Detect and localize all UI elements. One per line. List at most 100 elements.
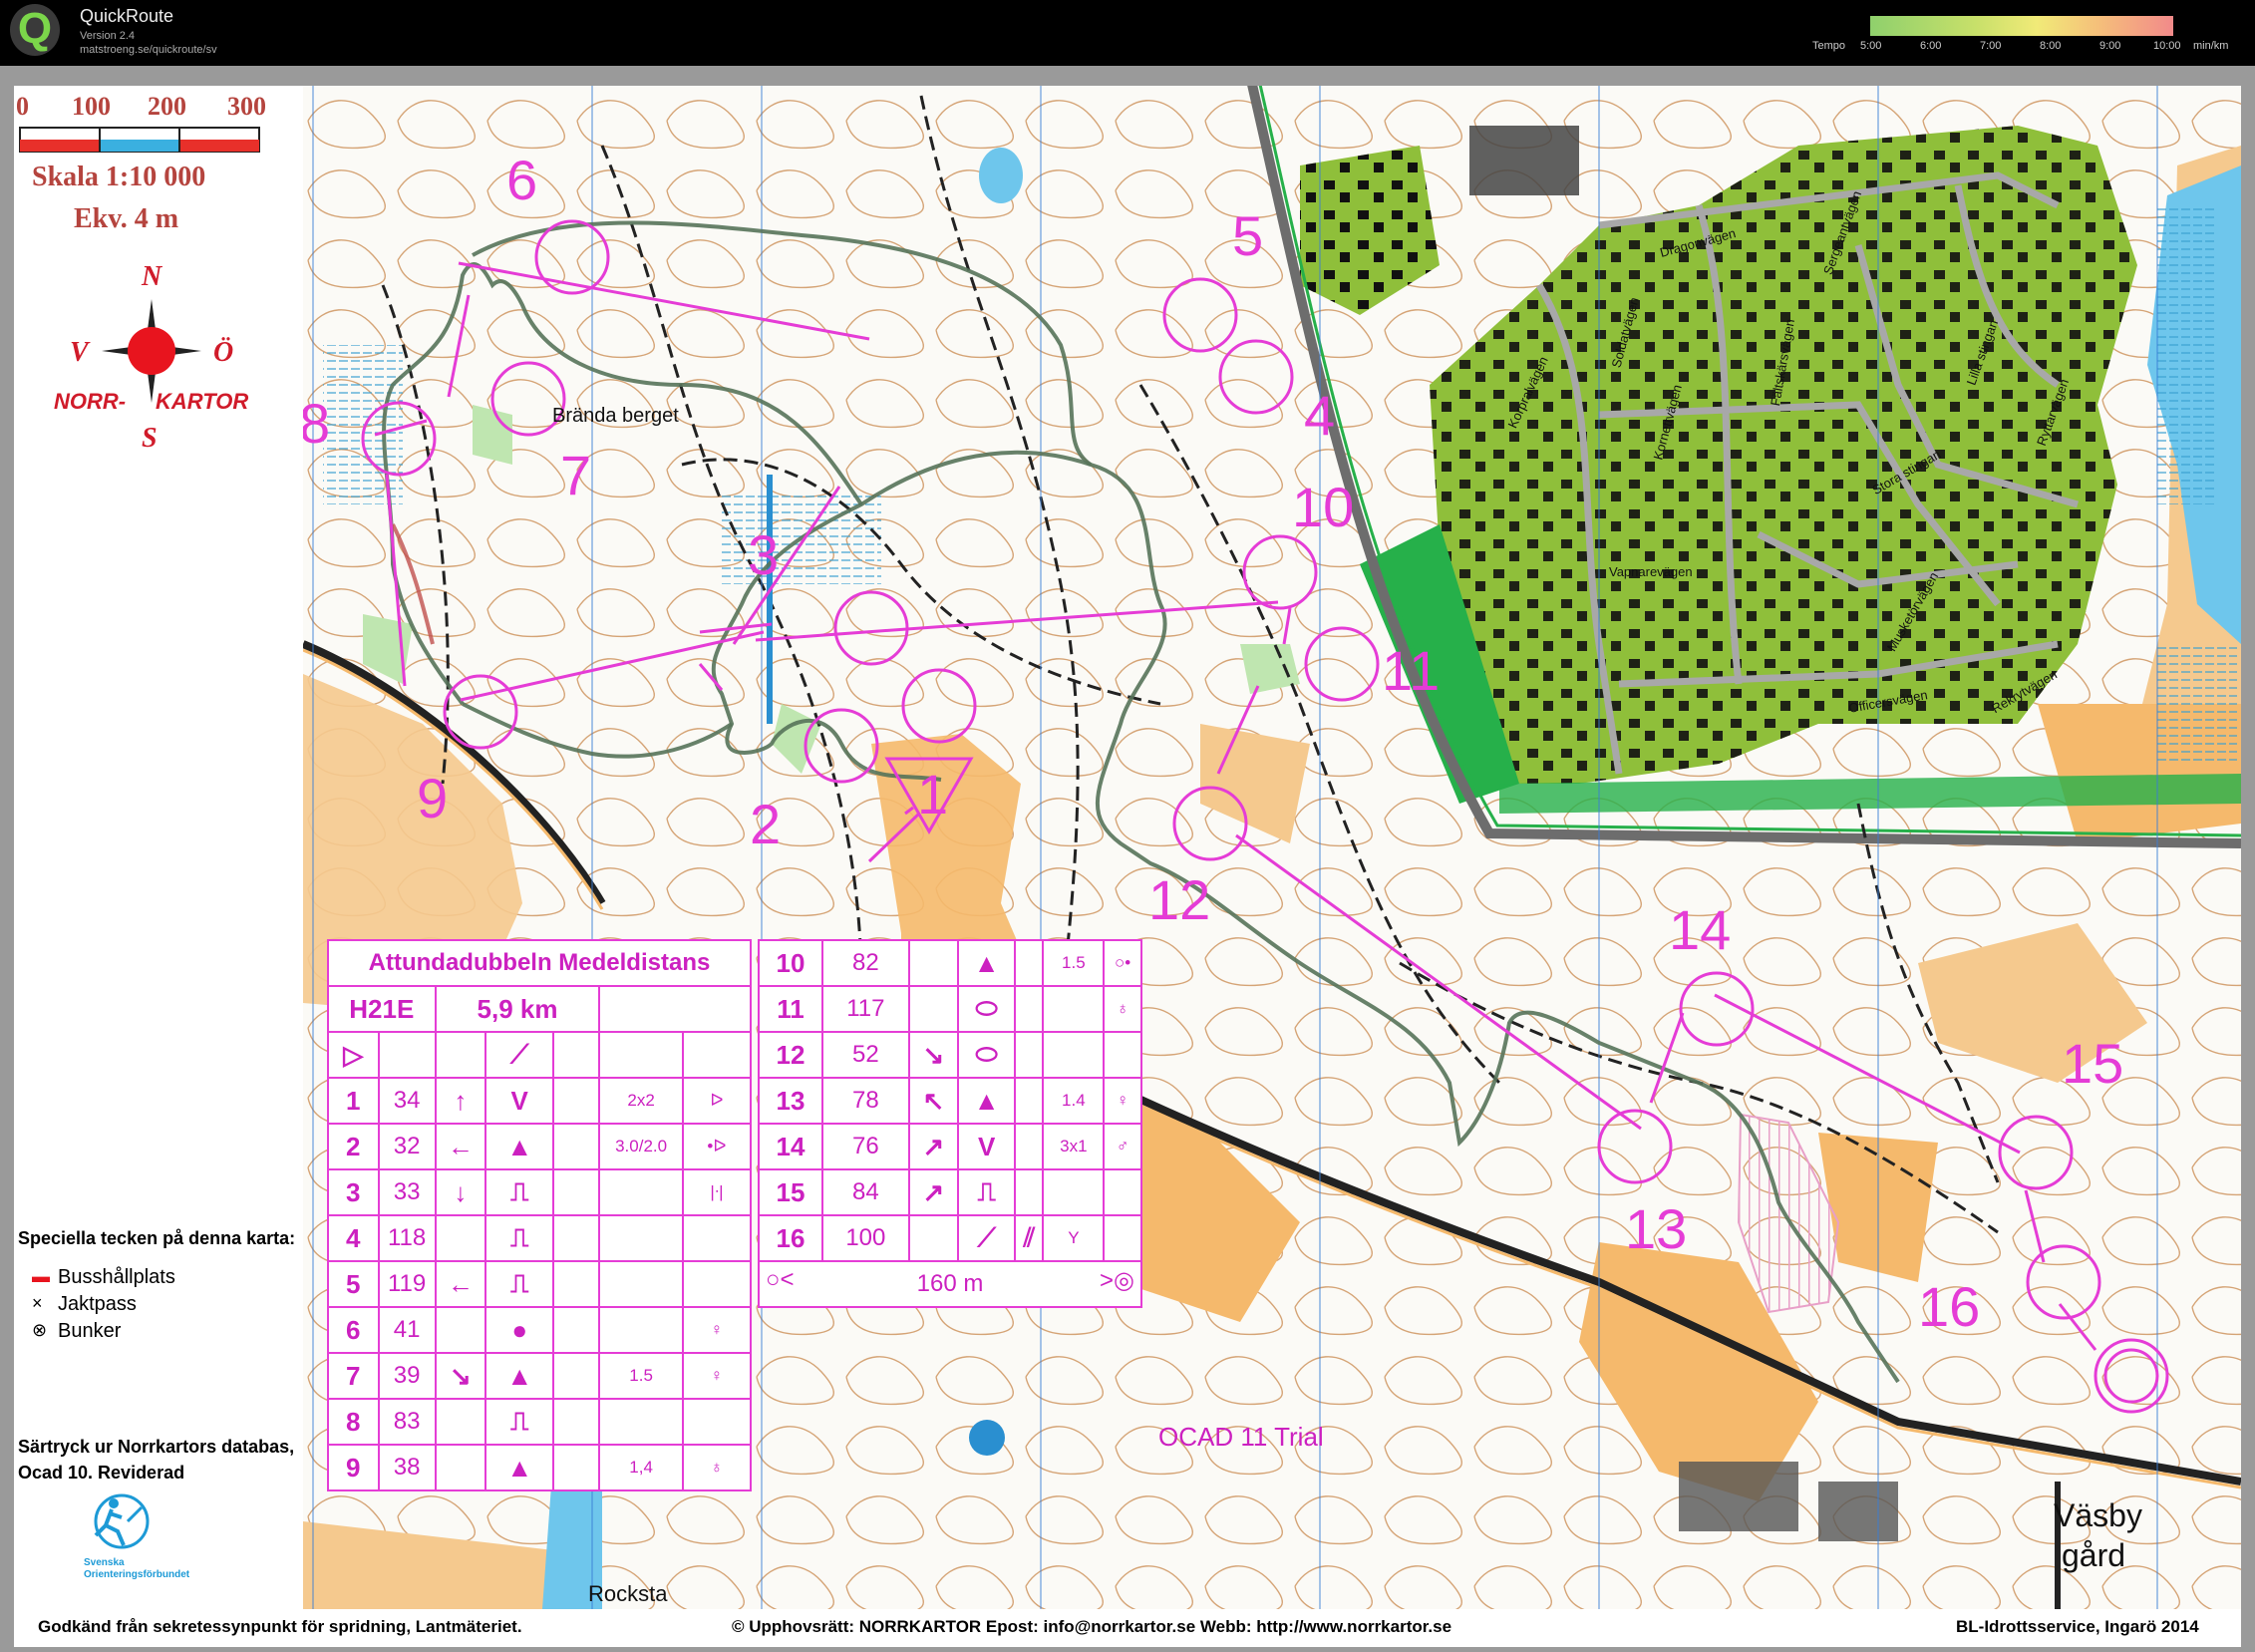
which-feature (434, 1444, 487, 1491)
location-detail (681, 1260, 753, 1308)
feature-appearance (552, 1306, 601, 1354)
location-detail (1103, 1214, 1142, 1262)
feature-appearance (552, 1260, 601, 1308)
control-order: 11 (758, 985, 823, 1033)
control-code: 76 (820, 1123, 910, 1170)
control-code: 34 (377, 1077, 437, 1125)
app-version: Version 2.4 (80, 30, 136, 42)
control-order: 10 (758, 939, 823, 987)
control-number: 5 (1232, 204, 1263, 267)
feature-symbol: ▲ (484, 1444, 555, 1491)
control-circle-2 (804, 708, 879, 784)
scale-number: 0 (16, 92, 29, 121)
brand-kartor: KARTOR (156, 389, 248, 414)
feature-symbol: ⎍ (484, 1214, 555, 1262)
control-number: 1 (917, 763, 948, 826)
control-order: 3 (327, 1168, 380, 1216)
control-order: 1 (327, 1077, 380, 1125)
which-feature: ← (434, 1123, 487, 1170)
tempo-gradient-bar (1870, 16, 2173, 36)
feature-appearance (1014, 1168, 1045, 1216)
scale-number: 100 (72, 92, 111, 121)
control-circle-11 (1304, 626, 1380, 702)
feature-appearance (552, 1168, 601, 1216)
control-order: 6 (327, 1306, 380, 1354)
tempo-tick: 10:00 (2153, 40, 2181, 52)
control-description-row: 2 32 ← ▲ 3.0/2.0 •ᐅ (327, 1123, 753, 1170)
feature-appearance (552, 1444, 601, 1491)
control-description-row: 4 118 ⎍ (327, 1214, 753, 1262)
feature-appearance (552, 1123, 601, 1170)
control-description-row: 9 38 ▲ 1,4 ♁ (327, 1444, 753, 1491)
control-order: 13 (758, 1077, 823, 1125)
start-row: ▷ ⟋ (327, 1031, 753, 1079)
location-detail (681, 1214, 753, 1262)
map-viewport[interactable]: 0 100 200 300 Skala 1:10 000 Ekv. 4 m N … (0, 66, 2255, 1652)
course-class: H21E (327, 985, 437, 1033)
control-number: 9 (417, 767, 448, 829)
location-detail (681, 1398, 753, 1446)
control-description-row: 16 100 ⟋ ⫽ Y (758, 1214, 1142, 1262)
quickroute-logo-icon: Q (10, 4, 60, 56)
which-feature (907, 1214, 960, 1262)
control-order: 9 (327, 1444, 380, 1491)
feature-symbol: ⬭ (956, 1031, 1017, 1079)
feature-symbol: V (956, 1123, 1017, 1170)
tempo-tick: 5:00 (1860, 40, 1882, 52)
feature-symbol: ⎍ (956, 1168, 1017, 1216)
which-feature: ↗ (907, 1123, 960, 1170)
location-detail (1103, 1168, 1142, 1216)
legend-item-bus-stop: ▬ Busshållplats (32, 1266, 175, 1289)
feature-symbol: ● (484, 1306, 555, 1354)
control-description-row: 8 83 ⎍ (327, 1398, 753, 1446)
control-description-row: 14 76 ↗ V 3x1 ♂ (758, 1123, 1142, 1170)
location-detail: •ᐅ (681, 1123, 753, 1170)
location-detail: ♁ (681, 1444, 753, 1491)
control-order: 15 (758, 1168, 823, 1216)
control-code: 118 (377, 1214, 437, 1262)
control-description-row: 3 33 ↓ ⎍ |ᐧ| (327, 1168, 753, 1216)
control-number: 14 (1669, 898, 1731, 961)
location-detail: ○• (1103, 939, 1142, 987)
control-number: 13 (1625, 1197, 1687, 1260)
scale-number: 200 (148, 92, 186, 121)
contour-interval-text: Ekv. 4 m (74, 203, 179, 234)
control-order: 16 (758, 1214, 823, 1262)
footer-right: BL-Idrottsservice, Ingarö 2014 (1956, 1617, 2199, 1636)
control-description-row: 13 78 ↖ ▲ 1.4 ♀ (758, 1077, 1142, 1125)
control-number: 12 (1148, 868, 1210, 931)
control-circle-9 (443, 674, 518, 750)
location-detail (1103, 1031, 1142, 1079)
orienteering-map[interactable]: 1 2 3 4 5 6 7 8 9 10 11 12 13 14 15 16 B… (303, 86, 2241, 1609)
dimension: Y (1042, 1214, 1106, 1262)
brand-norr: NORR- (54, 389, 126, 414)
tempo-label: Tempo (1812, 40, 1846, 52)
control-circle-10 (1242, 534, 1318, 610)
place-name: Rocksta (588, 1581, 668, 1606)
which-feature: ↘ (907, 1031, 960, 1079)
finish-row: ○< 160 m >◎ (758, 1260, 1142, 1308)
control-circle-8 (361, 401, 437, 477)
feature-appearance (552, 1398, 601, 1446)
location-detail: ♂ (1103, 1123, 1142, 1170)
scale-text: Skala 1:10 000 (32, 162, 206, 192)
finish-start-icon: ○< (766, 1266, 795, 1293)
reprint-line: Särtryck ur Norrkartors databas, (18, 1437, 295, 1457)
control-order: 2 (327, 1123, 380, 1170)
dimension (1042, 985, 1106, 1033)
special-symbols-title: Speciella tecken på denna karta: (18, 1228, 296, 1248)
control-circle-1 (901, 668, 977, 744)
reprint-line: Ocad 10. Reviderad (18, 1463, 185, 1483)
control-descriptions-right: 10 82 ▲ 1.5 ○• 11 117 ⬭ ♁ 12 52 ↘ ⬭ 13 78 ↖ ▲ 1.4 ♀ 14 76 ↗ V 3… (758, 939, 1142, 1308)
place-name: Brända berget (552, 405, 679, 427)
feature-symbol: ⬭ (956, 985, 1017, 1033)
dimension: 3.0/2.0 (598, 1123, 684, 1170)
feature-appearance (1014, 1123, 1045, 1170)
control-number: 11 (1382, 639, 1440, 702)
finish-inner-circle (2103, 1348, 2159, 1404)
which-feature: ← (434, 1260, 487, 1308)
control-circle-6 (534, 219, 610, 295)
control-number: 3 (748, 523, 779, 586)
control-circle-13 (1597, 1109, 1673, 1184)
control-number: 7 (560, 444, 591, 506)
